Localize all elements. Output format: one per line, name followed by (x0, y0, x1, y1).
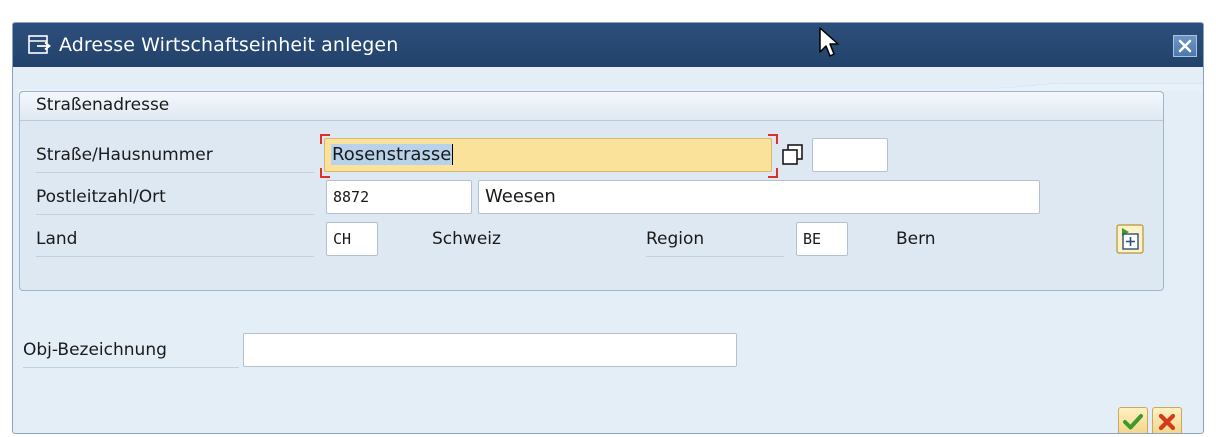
copy-button[interactable] (780, 142, 806, 168)
copy-icon (782, 144, 803, 165)
more-address-fields-icon (1116, 224, 1144, 254)
street-label-text: Straße/Hausnummer (36, 145, 213, 165)
mouse-pointer-icon (819, 27, 839, 57)
group-header: Straßenadresse (20, 92, 1163, 121)
object-label: Obj-Bezeichnung (23, 333, 239, 368)
region-code-input[interactable]: BE (796, 222, 848, 256)
country-name: Schweiz (432, 229, 501, 249)
postal-label-text: Postleitzahl/Ort (36, 187, 166, 207)
object-label-text: Obj-Bezeichnung (23, 340, 167, 360)
postcode-input[interactable]: 8872 (326, 180, 472, 214)
group-title: Straßenadresse (36, 95, 170, 115)
country-code-value: CH (333, 230, 352, 248)
street-value: Rosenstrasse (331, 144, 453, 165)
postcode-value: 8872 (333, 188, 370, 206)
focus-corner-tl (320, 134, 330, 144)
region-code-value: BE (803, 230, 822, 248)
footer-curve (13, 83, 1203, 91)
focus-corner-bl (320, 168, 330, 178)
street-label: Straße/Hausnummer (36, 138, 314, 173)
focus-corner-br (768, 168, 778, 178)
country-label: Land (36, 222, 314, 257)
checkmark-icon (1123, 414, 1143, 430)
region-label-text: Region (646, 229, 705, 249)
dialog-content: Straßenadresse Straße/Hausnummer Rosenst… (13, 67, 1203, 433)
postal-label: Postleitzahl/Ort (36, 180, 314, 215)
house-number-input[interactable] (812, 138, 888, 172)
address-dialog: Adresse Wirtschaftseinheit anlegen Straß… (12, 22, 1204, 434)
country-label-text: Land (36, 229, 78, 249)
focus-corner-tr (768, 134, 778, 144)
region-name: Bern (896, 229, 936, 249)
street-input[interactable]: Rosenstrasse (324, 138, 772, 172)
confirm-button[interactable] (1118, 407, 1148, 433)
city-value: Weesen (485, 186, 556, 207)
street-address-group: Straßenadresse Straße/Hausnummer Rosenst… (19, 91, 1164, 291)
region-label: Region (646, 222, 784, 257)
cancel-button[interactable] (1152, 407, 1182, 433)
cancel-x-icon (1158, 413, 1176, 431)
object-name-input[interactable] (243, 333, 737, 367)
country-code-input[interactable]: CH (326, 222, 378, 256)
city-input[interactable]: Weesen (478, 180, 1040, 214)
more-address-fields-button[interactable] (1116, 224, 1144, 254)
